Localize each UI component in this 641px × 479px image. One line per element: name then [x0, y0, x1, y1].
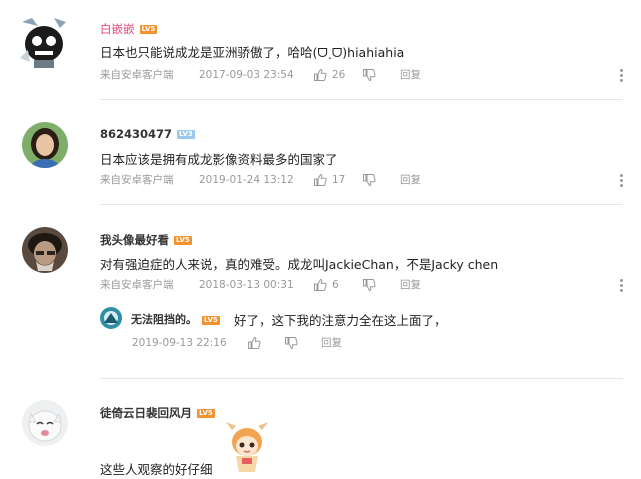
like-count: 6 [332, 279, 339, 291]
avatar[interactable] [22, 122, 68, 168]
comment-text: 这些人观察的好仔细 [100, 462, 213, 477]
comment-meta: 来自安卓客户端 2017-09-03 23:54 26 回复 [100, 67, 620, 83]
source-label: 来自安卓客户端 [100, 174, 174, 186]
reply-button[interactable]: 回复 [400, 277, 421, 293]
reply-avatar[interactable] [100, 307, 122, 329]
thumb-up-icon[interactable] [313, 278, 327, 292]
source-label: 来自安卓客户端 [100, 279, 174, 291]
timestamp: 2019-09-13 22:16 [132, 337, 227, 349]
comment-meta: 来自安卓客户端 2018-03-13 00:31 6 回复 [100, 277, 620, 293]
timestamp: 2017-09-03 23:54 [199, 69, 294, 81]
comment-text: 日本也只能说成龙是亚洲骄傲了，哈哈(ᗜ˰ᗜ)hiahiahia [100, 45, 405, 60]
reply-meta: 2019-09-13 22:16 回复 [132, 335, 432, 351]
source-label: 来自安卓客户端 [100, 69, 174, 81]
level-badge: LV5 [139, 25, 158, 34]
thumb-up-icon[interactable] [247, 336, 261, 350]
username[interactable]: 我头像最好看 LV5 [100, 232, 192, 248]
level-badge: LV5 [202, 315, 220, 325]
like-count: 26 [332, 69, 346, 81]
reply-button[interactable]: 回复 [321, 335, 342, 351]
reply-button[interactable]: 回复 [400, 172, 421, 188]
divider [100, 99, 623, 100]
avatar[interactable] [14, 14, 74, 70]
comment-text: 日本应该是拥有成龙影像资料最多的国家了 [100, 152, 338, 167]
thumb-down-icon[interactable] [362, 278, 376, 292]
timestamp: 2018-03-13 00:31 [199, 279, 294, 291]
avatar-pendant [222, 420, 272, 474]
username-text[interactable]: 我头像最好看 [100, 233, 169, 247]
thumb-up-icon[interactable] [313, 173, 327, 187]
more-icon[interactable] [620, 279, 623, 292]
reply-text: 好了，这下我的注意力全在这上面了， [234, 313, 447, 328]
thumb-down-icon[interactable] [284, 336, 298, 350]
avatar[interactable] [22, 400, 68, 446]
level-badge: LV3 [177, 130, 195, 139]
divider [100, 378, 623, 379]
thumb-up-icon[interactable] [313, 68, 327, 82]
username-text[interactable]: 白嵌嵌 [100, 22, 135, 36]
username[interactable]: 白嵌嵌 LV5 [100, 21, 158, 37]
reply-button[interactable]: 回复 [400, 67, 421, 83]
like-count: 17 [332, 174, 346, 186]
timestamp: 2019-01-24 13:12 [199, 174, 294, 186]
thumb-down-icon[interactable] [362, 173, 376, 187]
username[interactable]: 徒倚云日裴回风月 LV5 [100, 405, 215, 421]
level-badge: LV5 [174, 236, 192, 245]
username-text[interactable]: 徒倚云日裴回风月 [100, 406, 192, 420]
level-badge: LV5 [197, 409, 215, 418]
more-icon[interactable] [620, 174, 623, 187]
reply-username-text[interactable]: 无法阻挡的。 [131, 313, 197, 326]
reply-username[interactable]: 无法阻挡的。 LV5 [131, 311, 220, 327]
more-icon[interactable] [620, 69, 623, 82]
thumb-down-icon[interactable] [362, 68, 376, 82]
comment-text: 对有强迫症的人来说，真的难受。成龙叫JackieChan，不是Jacky che… [100, 257, 499, 272]
avatar[interactable] [22, 227, 68, 273]
username[interactable]: 862430477 LV3 [100, 127, 195, 141]
divider [100, 204, 623, 205]
username-text[interactable]: 862430477 [100, 127, 172, 141]
comment-meta: 来自安卓客户端 2019-01-24 13:12 17 回复 [100, 172, 620, 188]
